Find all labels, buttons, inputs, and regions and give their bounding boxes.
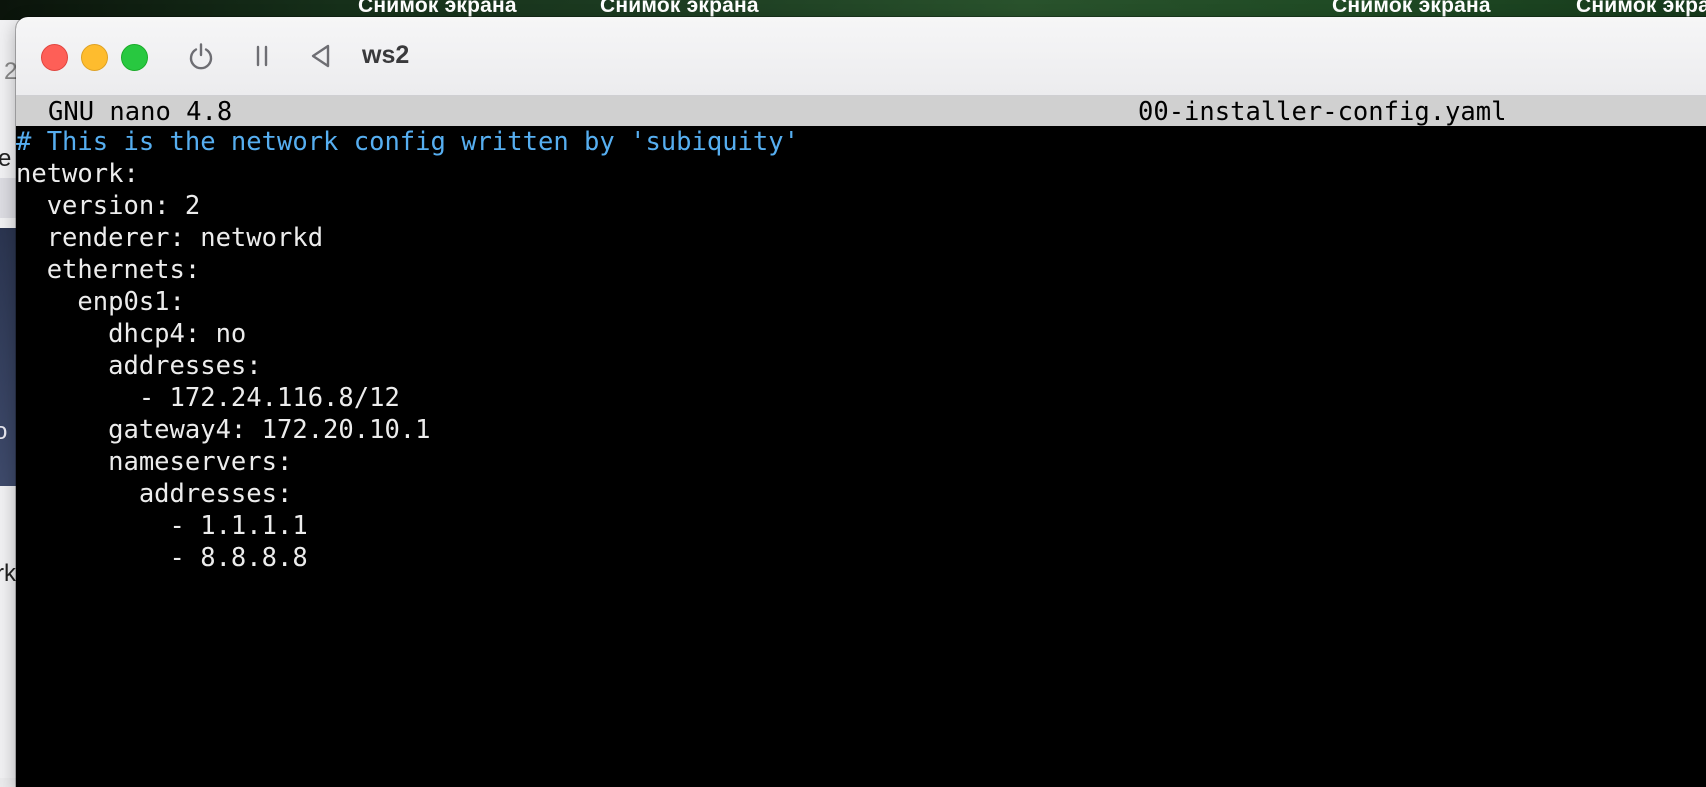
terminal-screen[interactable]: GNU nano 4.8 00-installer-config.yaml # … [16, 96, 1706, 787]
background-app-text: rk [0, 560, 16, 587]
background-app-text: e [0, 145, 12, 172]
editor-buffer[interactable]: # This is the network config written by … [16, 126, 1706, 574]
window-titlebar[interactable]: ws2 [16, 17, 1706, 96]
buffer-line[interactable]: ethernets: [16, 254, 1706, 286]
back-icon[interactable] [303, 37, 339, 75]
desktop-file-label[interactable]: Снимок экрана [1576, 0, 1706, 18]
nano-filename: 00-installer-config.yaml [1138, 97, 1507, 127]
buffer-line[interactable]: dhcp4: no [16, 318, 1706, 350]
vm-window[interactable]: ws2 GNU nano 4.8 00-installer-config.yam… [16, 17, 1706, 787]
buffer-line[interactable]: network: [16, 158, 1706, 190]
desktop-file-label[interactable]: Снимок экрана [1332, 0, 1491, 18]
buffer-line[interactable]: addresses: [16, 350, 1706, 382]
buffer-line[interactable]: - 1.1.1.1 [16, 510, 1706, 542]
desktop-file-label[interactable]: Снимок экрана [600, 0, 759, 18]
maximize-icon[interactable] [121, 44, 148, 71]
close-icon[interactable] [41, 44, 68, 71]
minimize-icon[interactable] [81, 44, 108, 71]
buffer-line[interactable]: - 172.24.116.8/12 [16, 382, 1706, 414]
power-icon[interactable] [183, 37, 219, 75]
buffer-line[interactable]: gateway4: 172.20.10.1 [16, 414, 1706, 446]
buffer-line[interactable]: addresses: [16, 478, 1706, 510]
buffer-line[interactable]: # This is the network config written by … [16, 126, 1706, 158]
nano-version: GNU nano 4.8 [48, 97, 233, 127]
background-app-text: o [0, 418, 8, 445]
buffer-line[interactable]: version: 2 [16, 190, 1706, 222]
pause-icon[interactable] [244, 37, 280, 75]
window-title: ws2 [362, 41, 410, 69]
buffer-line[interactable]: renderer: networkd [16, 222, 1706, 254]
buffer-line[interactable]: enp0s1: [16, 286, 1706, 318]
desktop-file-label[interactable]: Снимок экрана [358, 0, 517, 18]
buffer-line[interactable]: nameservers: [16, 446, 1706, 478]
buffer-line[interactable]: - 8.8.8.8 [16, 542, 1706, 574]
nano-titlebar: GNU nano 4.8 00-installer-config.yaml [16, 96, 1706, 127]
